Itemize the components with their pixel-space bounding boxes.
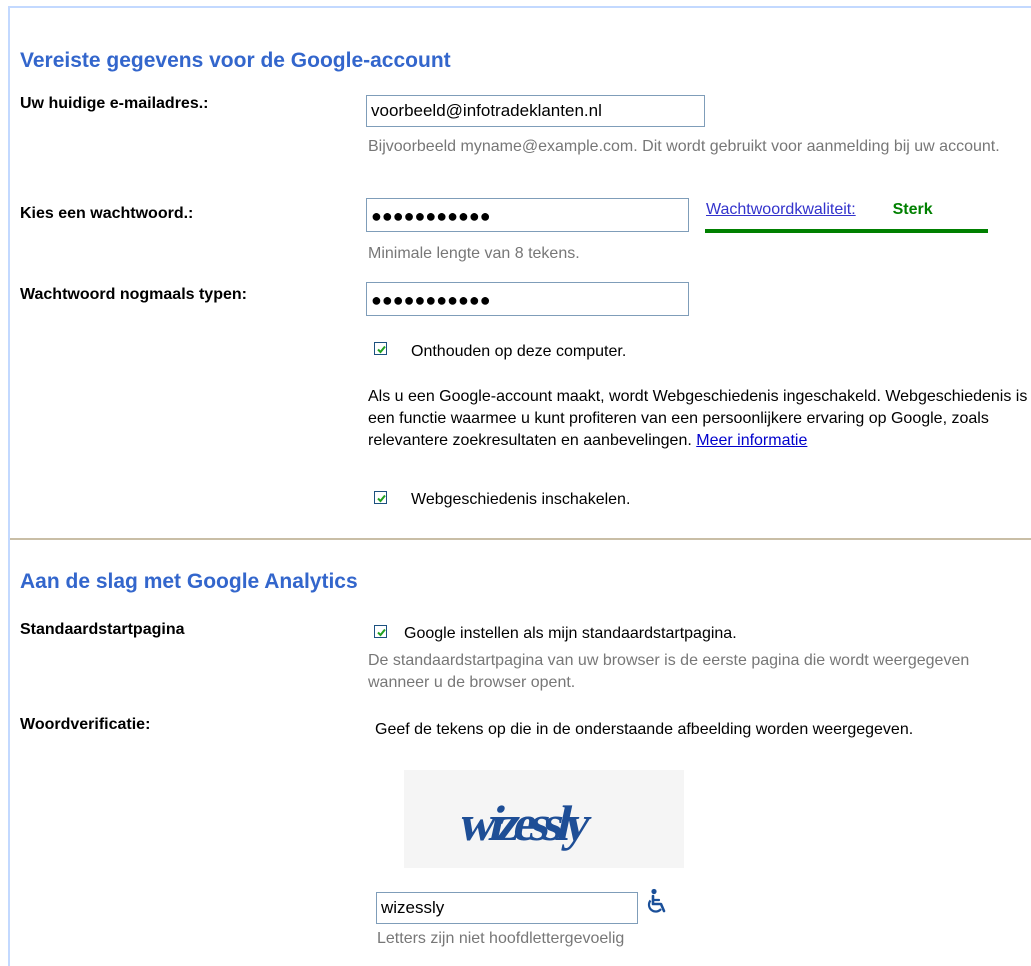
homepage-label: Standaardstartpagina	[20, 621, 185, 638]
section-title-required: Vereiste gegevens voor de Google-account	[20, 49, 451, 72]
word-verification-instructions: Geef de tekens op die in de onderstaande…	[375, 721, 914, 738]
svg-text:wizessly: wizessly	[455, 795, 597, 850]
homepage-hint: De standaardstartpagina van uw browser i…	[368, 652, 970, 691]
word-verification-label: Woordverificatie:	[20, 716, 151, 733]
password-strength-bar	[705, 229, 988, 233]
captcha-distorted-text: wizessly	[455, 795, 597, 850]
homepage-checkbox[interactable]	[374, 625, 387, 643]
email-field[interactable]	[366, 95, 705, 127]
password-strength: Wachtwoordkwaliteit: Sterk	[706, 201, 933, 219]
password-strength-value: Sterk	[892, 201, 933, 218]
homepage-checkbox-label: Google instellen als mijn standaardstart…	[404, 625, 737, 642]
password-field[interactable]: ●●●●●●●●●●●	[366, 198, 689, 232]
confirm-password-label: Wachtwoord nogmaals typen:	[20, 286, 247, 303]
section-title-analytics: Aan de slag met Google Analytics	[20, 570, 358, 593]
more-info-link[interactable]: Meer informatie	[696, 432, 807, 449]
web-history-checkbox-label: Webgeschiedenis inschakelen.	[411, 491, 631, 508]
captcha-hint: Letters zijn niet hoofdlettergevoelig	[377, 930, 625, 947]
captcha-image: wizessly	[404, 770, 684, 868]
wheelchair-icon[interactable]	[646, 888, 670, 919]
web-history-checkbox[interactable]	[374, 491, 387, 509]
confirm-password-field[interactable]: ●●●●●●●●●●●	[366, 282, 689, 316]
email-label: Uw huidige e-mailadres.:	[20, 95, 209, 112]
remember-label: Onthouden op deze computer.	[411, 343, 627, 360]
password-label: Kies een wachtwoord.:	[20, 205, 194, 222]
captcha-input[interactable]	[376, 892, 638, 924]
remember-checkbox[interactable]	[374, 342, 387, 360]
password-strength-link[interactable]: Wachtwoordkwaliteit:	[706, 201, 856, 218]
email-hint: Bijvoorbeeld myname@example.com. Dit wor…	[368, 138, 1000, 155]
section-divider	[10, 538, 1031, 540]
password-hint: Minimale lengte van 8 tekens.	[368, 245, 580, 262]
web-history-text: Als u een Google-account maakt, wordt We…	[368, 386, 1031, 452]
